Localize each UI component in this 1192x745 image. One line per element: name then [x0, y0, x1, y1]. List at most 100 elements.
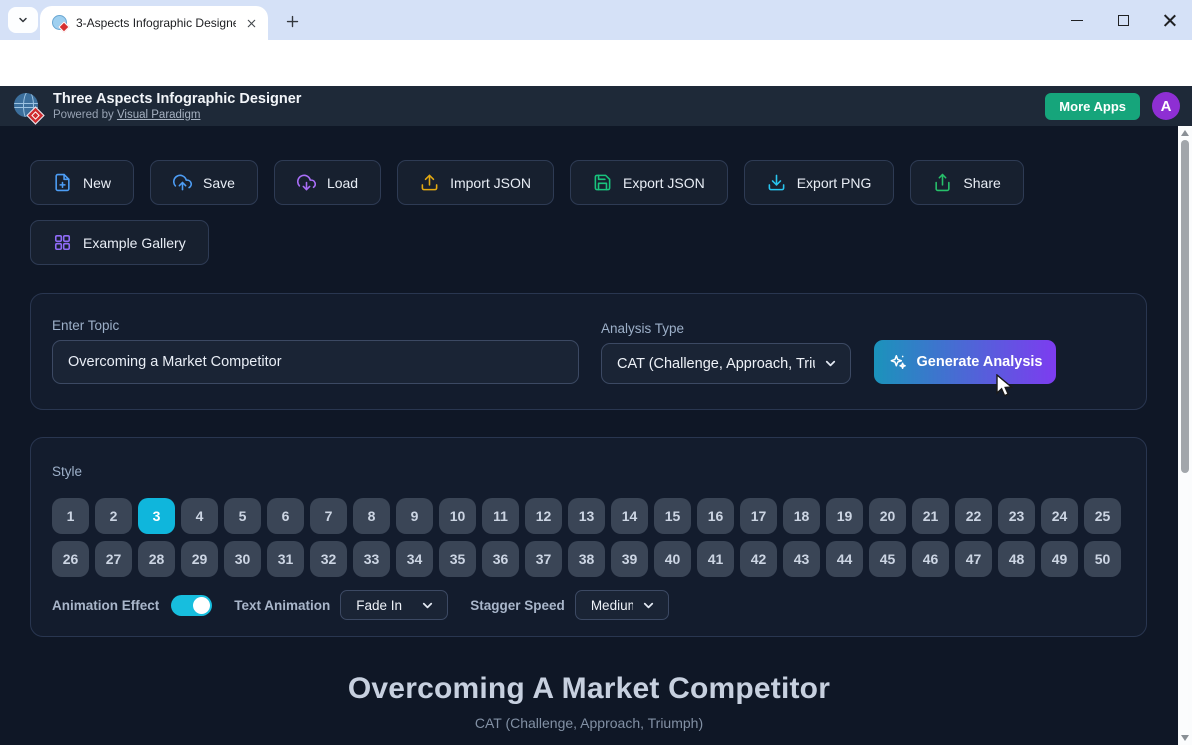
style-option-3[interactable]: 3	[138, 498, 175, 534]
close-button[interactable]	[1146, 0, 1192, 40]
style-option-37[interactable]: 37	[525, 541, 562, 577]
tab-search-chevron-icon[interactable]	[8, 7, 38, 33]
style-option-30[interactable]: 30	[224, 541, 261, 577]
analysis-type-select[interactable]: CAT (Challenge, Approach, Triumph)	[601, 343, 851, 384]
animation-effect-label: Animation Effect	[52, 598, 159, 613]
preview-title: Overcoming A Market Competitor	[0, 672, 1178, 706]
style-option-18[interactable]: 18	[783, 498, 820, 534]
style-option-5[interactable]: 5	[224, 498, 261, 534]
action-share-button[interactable]: Share	[910, 160, 1023, 205]
topic-input[interactable]	[52, 340, 579, 384]
style-option-8[interactable]: 8	[353, 498, 390, 534]
style-option-4[interactable]: 4	[181, 498, 218, 534]
stagger-speed-select[interactable]: Medium	[575, 590, 669, 620]
style-option-grid: 1234567891011121314151617181920212223242…	[52, 498, 1130, 577]
style-option-32[interactable]: 32	[310, 541, 347, 577]
action-export-png-button[interactable]: Export PNG	[744, 160, 895, 205]
generate-analysis-button[interactable]: Generate Analysis	[874, 340, 1056, 384]
style-option-40[interactable]: 40	[654, 541, 691, 577]
style-option-17[interactable]: 17	[740, 498, 777, 534]
maximize-button[interactable]	[1100, 0, 1146, 40]
powered-by: Powered by Visual Paradigm	[53, 108, 301, 122]
style-option-34[interactable]: 34	[396, 541, 433, 577]
style-option-27[interactable]: 27	[95, 541, 132, 577]
action-button-label: New	[83, 175, 111, 191]
scrollbar-thumb[interactable]	[1181, 140, 1189, 473]
style-option-14[interactable]: 14	[611, 498, 648, 534]
style-option-20[interactable]: 20	[869, 498, 906, 534]
action-save-button[interactable]: Save	[150, 160, 258, 205]
style-option-21[interactable]: 21	[912, 498, 949, 534]
style-option-12[interactable]: 12	[525, 498, 562, 534]
style-option-35[interactable]: 35	[439, 541, 476, 577]
style-option-39[interactable]: 39	[611, 541, 648, 577]
visual-paradigm-link[interactable]: Visual Paradigm	[117, 109, 201, 121]
scroll-down-icon[interactable]	[1181, 735, 1189, 741]
style-option-15[interactable]: 15	[654, 498, 691, 534]
action-button-label: Share	[963, 175, 1000, 191]
share-icon	[933, 173, 952, 192]
style-option-11[interactable]: 11	[482, 498, 519, 534]
browser-tab[interactable]: 3-Aspects Infographic Designer	[40, 6, 268, 40]
style-option-1[interactable]: 1	[52, 498, 89, 534]
upload-icon	[420, 173, 439, 192]
style-option-31[interactable]: 31	[267, 541, 304, 577]
style-option-28[interactable]: 28	[138, 541, 175, 577]
animation-controls: Animation Effect Text Animation Fade In …	[52, 590, 669, 620]
style-label: Style	[52, 464, 82, 479]
tab-close-icon[interactable]	[242, 14, 260, 32]
minimize-button[interactable]	[1054, 0, 1100, 40]
style-option-43[interactable]: 43	[783, 541, 820, 577]
cloud-download-icon	[297, 173, 316, 192]
floppy-icon	[593, 173, 612, 192]
style-option-22[interactable]: 22	[955, 498, 992, 534]
style-option-41[interactable]: 41	[697, 541, 734, 577]
style-option-42[interactable]: 42	[740, 541, 777, 577]
action-example-gallery-button[interactable]: Example Gallery	[30, 220, 209, 265]
new-tab-button[interactable]	[280, 9, 304, 33]
action-import-json-button[interactable]: Import JSON	[397, 160, 554, 205]
topic-label: Enter Topic	[52, 318, 119, 333]
text-animation-select[interactable]: Fade In	[340, 590, 448, 620]
scroll-up-icon[interactable]	[1181, 130, 1189, 136]
action-button-label: Import JSON	[450, 175, 531, 191]
style-option-6[interactable]: 6	[267, 498, 304, 534]
action-export-json-button[interactable]: Export JSON	[570, 160, 728, 205]
browser-window: 3-Aspects Infographic Designer ai-toolbo…	[0, 0, 1192, 745]
style-option-48[interactable]: 48	[998, 541, 1035, 577]
style-option-46[interactable]: 46	[912, 541, 949, 577]
action-button-label: Load	[327, 175, 358, 191]
chevron-down-icon	[641, 598, 656, 613]
style-option-49[interactable]: 49	[1041, 541, 1078, 577]
action-new-button[interactable]: New	[30, 160, 134, 205]
style-option-13[interactable]: 13	[568, 498, 605, 534]
style-option-44[interactable]: 44	[826, 541, 863, 577]
style-option-7[interactable]: 7	[310, 498, 347, 534]
topic-form-panel: Enter Topic Analysis Type CAT (Challenge…	[30, 293, 1147, 410]
style-option-10[interactable]: 10	[439, 498, 476, 534]
action-load-button[interactable]: Load	[274, 160, 381, 205]
style-option-9[interactable]: 9	[396, 498, 433, 534]
style-option-47[interactable]: 47	[955, 541, 992, 577]
style-option-25[interactable]: 25	[1084, 498, 1121, 534]
style-option-19[interactable]: 19	[826, 498, 863, 534]
style-option-36[interactable]: 36	[482, 541, 519, 577]
style-option-23[interactable]: 23	[998, 498, 1035, 534]
animation-effect-toggle[interactable]	[171, 595, 212, 616]
tab-title: 3-Aspects Infographic Designer	[76, 16, 236, 30]
style-option-45[interactable]: 45	[869, 541, 906, 577]
browser-toolbar: ai-toolbox.visual-paradigm.com/app/three…	[0, 40, 1192, 86]
analysis-type-label: Analysis Type	[601, 321, 684, 336]
style-option-2[interactable]: 2	[95, 498, 132, 534]
page-scrollbar[interactable]	[1178, 126, 1192, 745]
style-option-24[interactable]: 24	[1041, 498, 1078, 534]
style-option-50[interactable]: 50	[1084, 541, 1121, 577]
style-option-29[interactable]: 29	[181, 541, 218, 577]
style-option-33[interactable]: 33	[353, 541, 390, 577]
app-avatar[interactable]: A	[1152, 92, 1180, 120]
cloud-upload-icon	[173, 173, 192, 192]
style-option-38[interactable]: 38	[568, 541, 605, 577]
style-option-26[interactable]: 26	[52, 541, 89, 577]
more-apps-button[interactable]: More Apps	[1045, 93, 1140, 120]
style-option-16[interactable]: 16	[697, 498, 734, 534]
